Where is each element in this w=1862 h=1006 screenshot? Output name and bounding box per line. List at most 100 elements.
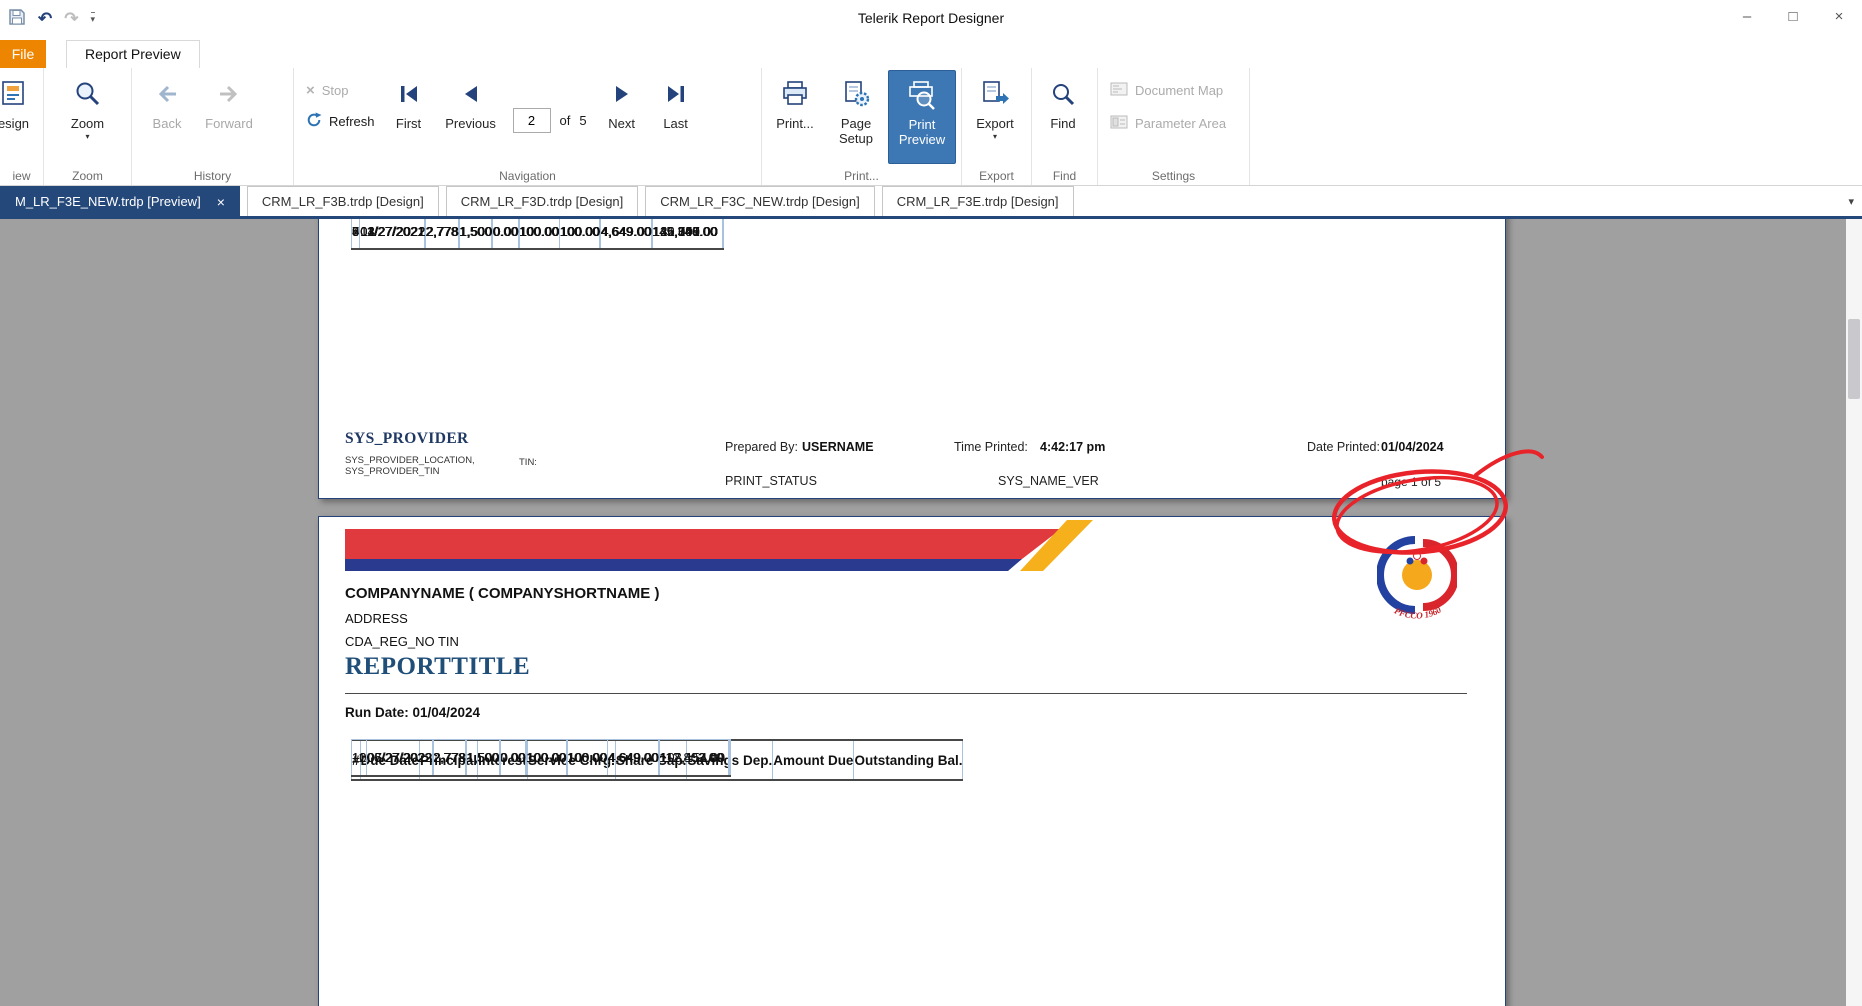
provider-name: SYS_PROVIDER xyxy=(345,430,469,448)
prepared-by-label: Prepared By: xyxy=(725,440,798,454)
design-button[interactable]: esign xyxy=(0,70,39,164)
doc-tab-label: CRM_LR_F3C_NEW.trdp [Design] xyxy=(660,194,859,209)
doc-tab-label: CRM_LR_F3E.trdp [Design] xyxy=(897,194,1059,209)
doc-tab-crm-lr-f3b-design[interactable]: CRM_LR_F3B.trdp [Design] xyxy=(247,186,439,216)
minimize-button[interactable]: – xyxy=(1724,0,1770,36)
zoom-button[interactable]: Zoom ▾ xyxy=(57,70,119,164)
stop-button[interactable]: × Stop xyxy=(306,80,375,100)
last-page-button[interactable]: Last xyxy=(649,70,703,164)
company-logo: PFCCO 1960 xyxy=(1377,535,1457,635)
export-icon xyxy=(980,77,1010,111)
refresh-button[interactable]: Refresh xyxy=(306,111,375,131)
doc-tab-crm-lr-f3e-new-preview[interactable]: M_LR_F3E_NEW.trdp [Preview] × xyxy=(0,186,240,216)
provider-tin: SYS_PROVIDER_TIN xyxy=(345,466,440,477)
table-cell: 9 xyxy=(352,219,360,249)
time-printed-value: 4:42:17 pm xyxy=(1040,440,1105,454)
print-button-label: Print... xyxy=(776,116,814,131)
zoom-button-label: Zoom xyxy=(71,116,104,131)
window-controls: – □ × xyxy=(1724,0,1862,36)
title-bar: ↶ ↷ ▾ Telerik Report Designer – □ × xyxy=(0,0,1862,36)
print-preview-button[interactable]: Print Preview xyxy=(888,70,956,164)
first-page-icon xyxy=(397,77,421,111)
export-button-label: Export xyxy=(976,116,1014,131)
table-cell: 100.00 xyxy=(519,219,560,249)
previous-page-icon xyxy=(459,77,483,111)
table-row: 904/27/20222,7781,5000.00100.00100.004,6… xyxy=(351,219,724,250)
tab-list-dropdown-icon[interactable]: ▾ xyxy=(1848,195,1854,208)
tab-report-preview[interactable]: Report Preview xyxy=(66,40,200,68)
table-cell: 100.00 xyxy=(560,219,601,249)
doc-tab-crm-lr-f3e-design[interactable]: CRM_LR_F3E.trdp [Design] xyxy=(882,186,1074,216)
ribbon-group-zoom: Zoom ▾ Zoom xyxy=(44,68,132,185)
table-cell: 108,154.00 xyxy=(660,740,731,776)
table-cell: 4,649.00 xyxy=(608,740,660,776)
report-page-1: 411/27/20212,7781,5000.00100.00100.004,6… xyxy=(318,219,1506,499)
stop-button-label: Stop xyxy=(322,83,349,98)
find-icon xyxy=(1050,77,1077,111)
print-group-label: Print... xyxy=(762,169,961,183)
report-page-2: PFCCO 1960 COMPANYNAME ( COMPANYSHORTNAM… xyxy=(318,516,1506,1006)
print-preview-icon xyxy=(907,78,937,112)
document-map-toggle[interactable]: Document Map xyxy=(1110,80,1226,100)
view-group-label: iew xyxy=(0,169,43,183)
current-page-input[interactable] xyxy=(513,108,551,133)
page-indicator: page 1 of 5 xyxy=(1381,475,1441,489)
ribbon-group-view: esign iew xyxy=(0,68,44,185)
document-tab-strip: M_LR_F3E_NEW.trdp [Preview] × CRM_LR_F3B… xyxy=(0,186,1862,219)
page-setup-label: Page Setup xyxy=(824,116,888,146)
zoom-dropdown-icon: ▾ xyxy=(85,132,89,141)
ribbon-tab-row: File Report Preview xyxy=(0,36,1862,68)
doc-tab-crm-lr-f3c-new-design[interactable]: CRM_LR_F3C_NEW.trdp [Design] xyxy=(645,186,874,216)
close-button[interactable]: × xyxy=(1816,0,1862,36)
ribbon-group-navigation: × Stop Refresh xyxy=(294,68,762,185)
forward-button[interactable]: Forward xyxy=(198,70,260,164)
last-page-label: Last xyxy=(663,116,688,131)
close-tab-icon[interactable]: × xyxy=(217,195,225,209)
parameter-area-toggle[interactable]: Parameter Area xyxy=(1110,113,1226,133)
back-button-label: Back xyxy=(153,116,182,131)
previous-page-label: Previous xyxy=(445,116,496,131)
design-button-label: esign xyxy=(0,116,29,131)
table-cell: 100.00 xyxy=(526,740,567,776)
export-group-label: Export xyxy=(962,169,1031,183)
print-status: PRINT_STATUS xyxy=(725,474,817,488)
table-cell: 1,500 xyxy=(459,219,493,249)
of-label: of xyxy=(560,113,571,128)
date-printed-value: 01/04/2024 xyxy=(1381,440,1444,454)
table-cell: 12 xyxy=(352,740,367,776)
previous-page-button[interactable]: Previous xyxy=(437,70,505,164)
refresh-icon xyxy=(306,112,322,131)
page-setup-button[interactable]: Page Setup xyxy=(824,70,888,164)
find-button[interactable]: Find xyxy=(1036,70,1090,164)
table-cell: 4,649.00 xyxy=(601,219,653,249)
first-page-button[interactable]: First xyxy=(381,70,437,164)
doc-tab-crm-lr-f3d-design[interactable]: CRM_LR_F3D.trdp [Design] xyxy=(446,186,639,216)
printer-icon xyxy=(780,77,810,111)
report-preview-area[interactable]: 411/27/20212,7781,5000.00100.00100.004,6… xyxy=(0,219,1862,1006)
provider-location: SYS_PROVIDER_LOCATION, xyxy=(345,455,475,466)
zoom-icon xyxy=(74,77,102,111)
vertical-scrollbar[interactable] xyxy=(1846,219,1862,1006)
next-page-button[interactable]: Next xyxy=(595,70,649,164)
parameter-area-icon xyxy=(1110,115,1128,132)
table-cell: 2,778 xyxy=(433,740,467,776)
window-title: Telerik Report Designer xyxy=(0,0,1862,36)
navigation-small-buttons: × Stop Refresh xyxy=(298,70,381,131)
file-tab[interactable]: File xyxy=(0,40,46,68)
back-arrow-icon xyxy=(154,77,180,111)
export-button[interactable]: Export ▾ xyxy=(966,70,1024,164)
ribbon-group-settings: Document Map Parameter Area Settings xyxy=(1098,68,1250,185)
scrollbar-thumb[interactable] xyxy=(1848,319,1860,399)
stop-icon: × xyxy=(306,83,315,98)
print-button[interactable]: Print... xyxy=(766,70,824,164)
ribbon-group-export: Export ▾ Export xyxy=(962,68,1032,185)
run-date: Run Date: 01/04/2024 xyxy=(345,705,480,720)
back-button[interactable]: Back xyxy=(136,70,198,164)
telerik-report-designer-window: ↶ ↷ ▾ Telerik Report Designer – □ × File… xyxy=(0,0,1862,219)
maximize-button[interactable]: □ xyxy=(1770,0,1816,36)
ribbon-group-history: Back Forward History xyxy=(132,68,294,185)
doc-tab-label: CRM_LR_F3D.trdp [Design] xyxy=(461,194,624,209)
history-group-label: History xyxy=(132,169,293,183)
table-cell: 1,500 xyxy=(467,740,501,776)
tin-label: TIN: xyxy=(519,457,537,468)
